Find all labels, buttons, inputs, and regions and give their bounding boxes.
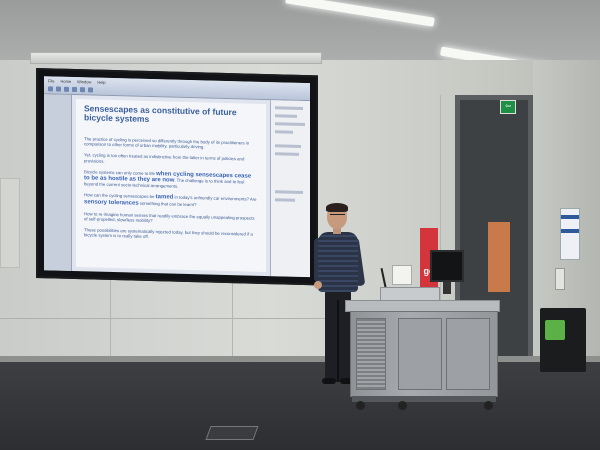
lectern-wheel <box>398 401 407 410</box>
exit-sign: ⇦ <box>500 100 516 114</box>
projector-screen: File Home Window Help Sensescapes as con… <box>36 68 318 286</box>
lectern-base <box>352 396 496 402</box>
speaker-torso <box>318 232 358 292</box>
app-menu: File Home Window Help <box>48 78 106 85</box>
lectern-door <box>446 318 490 390</box>
app-toolbar: File Home Window Help <box>44 76 310 102</box>
menu-item: Home <box>60 78 72 84</box>
tools-pane <box>270 100 310 278</box>
lecture-room-photo: ⇦ File Home Window Help Sensescapes as c… <box>0 0 600 450</box>
monitor-stand <box>443 282 451 294</box>
thumbnail-pane <box>44 94 72 271</box>
floor <box>0 362 600 450</box>
screen-housing <box>30 52 322 64</box>
projected-display: File Home Window Help Sensescapes as con… <box>44 76 310 278</box>
page-icon <box>80 87 85 93</box>
slide-paragraph: The practice of cycling is perceived so … <box>84 136 250 150</box>
slide-paragraph: How to re-imagine human senses that read… <box>84 211 255 224</box>
wall-switch <box>555 268 565 290</box>
recycling-bin <box>540 308 586 372</box>
lectern-monitor <box>430 250 464 282</box>
wall-seam <box>110 280 111 358</box>
toolbar-icons <box>48 86 93 93</box>
floor-hatch <box>205 426 259 440</box>
wall-notice <box>560 208 580 260</box>
speaker-shoe <box>322 378 336 384</box>
menu-item: Help <box>97 79 106 85</box>
speaker-hair <box>326 203 348 212</box>
speaker-hand <box>314 281 322 289</box>
zoom-icon <box>72 86 77 93</box>
slide-paragraph: How can the cycling sensescapes be tamed… <box>84 192 257 207</box>
desk-sign <box>392 265 412 285</box>
print-icon <box>64 86 69 92</box>
lectern-door <box>398 318 442 390</box>
recycling-icon <box>545 320 565 340</box>
lectern-wheel <box>484 401 493 410</box>
slide: Sensescapes as constitutive of future bi… <box>76 99 266 273</box>
save-icon <box>56 86 61 92</box>
open-icon <box>48 86 53 92</box>
slide-title: Sensescapes as constitutive of future bi… <box>84 103 237 124</box>
speaker-glasses <box>330 214 345 217</box>
menu-item: File <box>48 78 55 84</box>
wall-panel <box>0 178 20 268</box>
notice-board <box>488 222 510 292</box>
lectern-vent <box>356 318 386 390</box>
menu-item: Window <box>77 79 92 85</box>
lectern-wheel <box>356 401 365 410</box>
slide-paragraph: These possibilities are systematically r… <box>84 227 253 240</box>
tool-icon <box>88 87 93 93</box>
wall-seam <box>232 280 233 358</box>
slide-paragraph: Yet, cycling is too often treated as ind… <box>84 152 245 164</box>
slide-paragraph: Bicycle systems can only come to life wh… <box>84 169 252 189</box>
